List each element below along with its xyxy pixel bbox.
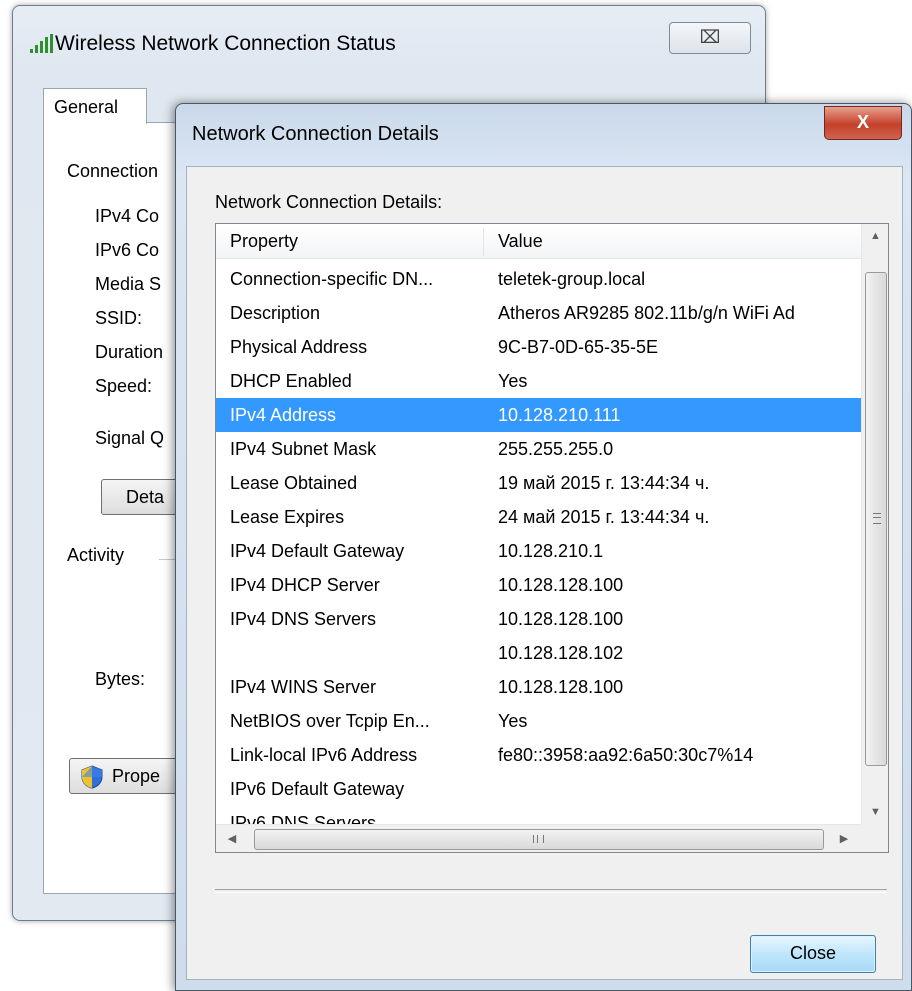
list-header: Property Value	[216, 224, 861, 259]
dialog-body: Network Connection Details: Property Val…	[186, 166, 903, 980]
value-cell: teletek-group.local	[498, 269, 646, 289]
close-button[interactable]: ⌧	[669, 22, 751, 54]
scrollbar-corner	[861, 824, 888, 852]
value-cell: 24 май 2015 г. 13:44:34 ч.	[498, 507, 710, 527]
value-cell: 255.255.255.0	[498, 439, 614, 459]
tab-general[interactable]: General	[43, 88, 147, 124]
list-row[interactable]: DHCP Enabled Yes	[216, 364, 861, 398]
list-row[interactable]: IPv4 DNS Servers 10.128.128.100	[216, 602, 861, 636]
grip-icon	[533, 835, 544, 843]
value-cell: 10.128.210.1	[498, 541, 604, 561]
vertical-scroll-thumb[interactable]	[865, 272, 887, 766]
value-cell: Yes	[498, 371, 528, 391]
property-cell: Description	[230, 303, 321, 323]
list-row[interactable]: 10.128.128.102	[216, 636, 861, 670]
property-cell: Link-local IPv6 Address	[230, 745, 418, 765]
column-header-value[interactable]: Value	[498, 224, 543, 258]
value-cell: 10.128.128.102	[498, 643, 624, 663]
list-row[interactable]: Lease Expires 24 май 2015 г. 13:44:34 ч.	[216, 500, 861, 534]
section-connection: Connection	[67, 161, 159, 181]
property-cell: IPv4 DHCP Server	[230, 575, 380, 595]
list-row[interactable]: IPv4 DHCP Server 10.128.128.100	[216, 568, 861, 602]
property-cell: Physical Address	[230, 337, 368, 357]
list-row[interactable]: NetBIOS over Tcpip En... Yes	[216, 704, 861, 738]
list-row[interactable]: IPv6 Default Gateway	[216, 772, 861, 806]
scroll-up-icon[interactable]: ▲	[862, 224, 888, 248]
scroll-down-icon[interactable]: ▼	[862, 800, 888, 824]
value-cell: 9C-B7-0D-65-35-5E	[498, 337, 659, 357]
property-cell: DHCP Enabled	[230, 371, 352, 391]
property-cell: IPv4 Subnet Mask	[230, 439, 377, 459]
value-cell: fe80::3958:aa92:6a50:30c7%14	[498, 745, 754, 765]
property-cell: Lease Obtained	[230, 473, 358, 493]
window-title: Wireless Network Connection Status	[55, 32, 396, 55]
value-cell: 19 май 2015 г. 13:44:34 ч.	[498, 473, 710, 493]
field-label: Speed:	[95, 376, 153, 396]
field-label: Duration	[95, 342, 164, 362]
shield-icon	[81, 765, 103, 789]
bytes-label: Bytes:	[95, 669, 146, 689]
list-rows: Connection-specific DN... teletek-group.l…	[216, 262, 861, 840]
property-cell: NetBIOS over Tcpip En...	[230, 711, 430, 731]
list-row[interactable]: Lease Obtained 19 май 2015 г. 13:44:34 ч.	[216, 466, 861, 500]
field-label: IPv6 Co	[95, 240, 160, 260]
scroll-left-icon[interactable]: ◀	[220, 825, 244, 852]
list-row[interactable]: IPv4 Subnet Mask 255.255.255.0	[216, 432, 861, 466]
horizontal-scroll-thumb[interactable]	[254, 829, 824, 850]
list-row[interactable]: IPv4 WINS Server 10.128.128.100	[216, 670, 861, 704]
divider	[215, 889, 887, 893]
value-cell: Yes	[498, 711, 528, 731]
list-row[interactable]: Description Atheros AR9285 802.11b/g/n Wi…	[216, 296, 861, 330]
field-label: IPv4 Co	[95, 206, 160, 226]
vertical-scrollbar[interactable]: ▲ ▼	[861, 224, 888, 824]
field-label: SSID:	[95, 308, 143, 328]
close-button[interactable]: Close	[750, 935, 876, 973]
list-row-selected[interactable]: IPv4 Address 10.128.210.111	[216, 398, 861, 432]
list-row[interactable]: Connection-specific DN... teletek-group.l…	[216, 262, 861, 296]
scroll-right-icon[interactable]: ▶	[832, 825, 856, 852]
field-label: Media S	[95, 274, 162, 294]
property-cell: IPv4 WINS Server	[230, 677, 377, 697]
property-cell: IPv4 Default Gateway	[230, 541, 405, 561]
horizontal-scrollbar[interactable]: ◀ ▶	[216, 824, 861, 852]
signal-quality-label: Signal Q	[95, 428, 165, 448]
close-icon[interactable]: X	[824, 106, 902, 140]
properties-button-label: Prope	[112, 766, 161, 786]
value-cell: 10.128.128.100	[498, 677, 624, 697]
list-row[interactable]: IPv4 Default Gateway 10.128.210.1	[216, 534, 861, 568]
value-cell: 10.128.210.111	[498, 405, 621, 425]
section-activity: Activity	[67, 545, 125, 565]
details-list[interactable]: Property Value Connection-specific DN...…	[215, 223, 889, 853]
list-row[interactable]: Physical Address 9C-B7-0D-65-35-5E	[216, 330, 861, 364]
connection-details-dialog: Network Connection Details X Network Con…	[175, 103, 912, 991]
property-cell: IPv6 Default Gateway	[230, 779, 405, 799]
value-cell: 10.128.128.100	[498, 609, 624, 629]
property-cell: IPv4 Address	[230, 405, 337, 425]
value-cell: 10.128.128.100	[498, 575, 624, 595]
grip-icon	[873, 513, 881, 524]
column-divider[interactable]	[483, 228, 484, 256]
signal-strength-icon	[30, 34, 53, 53]
value-cell: Atheros AR9285 802.11b/g/n WiFi Ad	[498, 303, 795, 323]
list-row[interactable]: Link-local IPv6 Address fe80::3958:aa92:6…	[216, 738, 861, 772]
property-cell: IPv4 DNS Servers	[230, 609, 377, 629]
property-cell: Connection-specific DN...	[230, 269, 434, 289]
property-cell: Lease Expires	[230, 507, 345, 527]
details-list-label: Network Connection Details:	[215, 192, 443, 212]
dialog-title: Network Connection Details	[192, 123, 439, 145]
column-header-property[interactable]: Property	[230, 224, 298, 258]
